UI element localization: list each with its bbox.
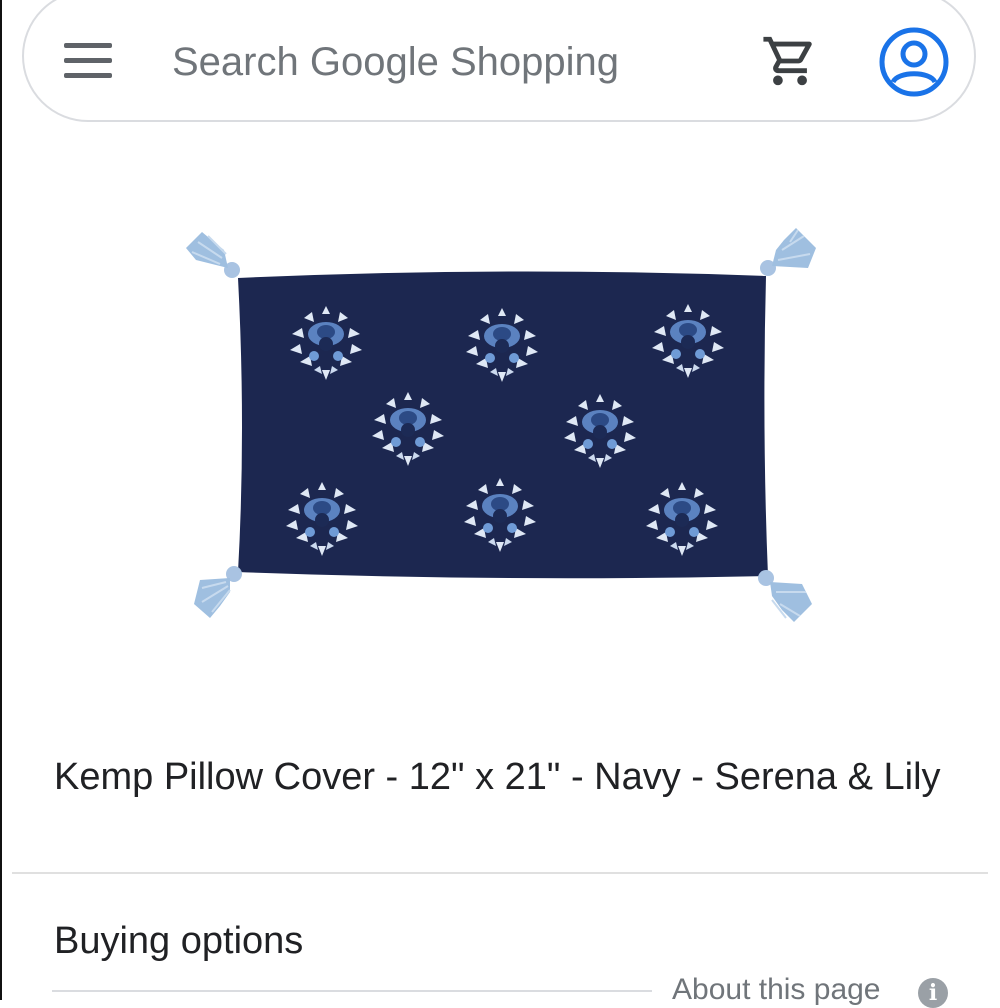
account-circle-icon[interactable]	[878, 26, 950, 98]
search-bar	[0, 0, 1000, 125]
hamburger-menu-icon[interactable]	[64, 43, 112, 79]
product-title: Kemp Pillow Cover - 12" x 21" - Navy - S…	[54, 756, 941, 798]
buying-options-heading: Buying options	[54, 920, 304, 962]
section-divider	[12, 872, 988, 874]
shopping-cart-icon[interactable]	[760, 32, 820, 90]
search-input[interactable]	[172, 36, 732, 88]
info-icon[interactable]: i	[918, 978, 948, 1008]
options-divider	[52, 990, 652, 992]
screen-edge	[0, 0, 2, 1000]
product-image[interactable]	[180, 220, 820, 640]
about-this-page-link[interactable]: About this page	[672, 972, 881, 1008]
